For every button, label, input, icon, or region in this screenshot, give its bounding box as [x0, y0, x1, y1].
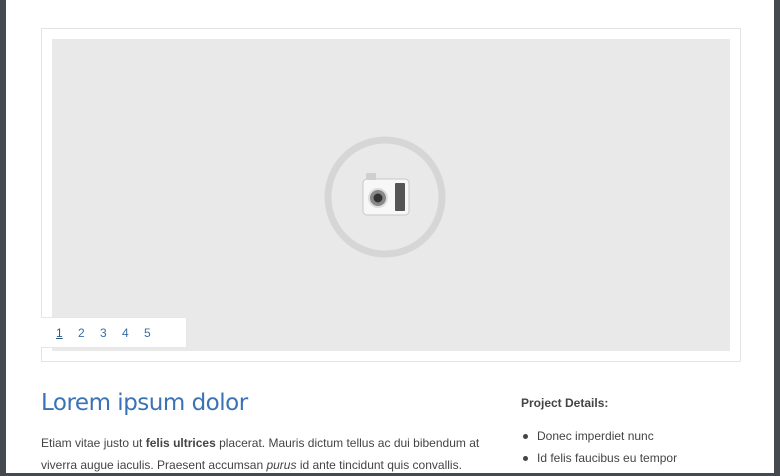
camera-icon [324, 136, 446, 258]
article-paragraph: Etiam vitae justo ut felis ultrices plac… [41, 432, 501, 476]
slider-pager: 1 2 3 4 5 [41, 317, 187, 348]
paragraph-bold-text: felis ultrices [145, 436, 216, 450]
project-details-list: Donec imperdiet nunc Id felis faucibus e… [521, 425, 677, 469]
image-slider: 1 2 3 4 5 [41, 28, 741, 362]
paragraph-italic-text: purus [266, 458, 297, 472]
pager-link-4[interactable]: 4 [122, 326, 144, 340]
pager-link-2[interactable]: 2 [78, 326, 100, 340]
pager-link-3[interactable]: 3 [100, 326, 122, 340]
article-title: Lorem ipsum dolor [41, 390, 248, 416]
list-item: Id felis faucibus eu tempor [521, 447, 677, 469]
pager-link-5[interactable]: 5 [144, 326, 166, 340]
paragraph-text: Etiam vitae justo ut [41, 436, 146, 450]
project-details-heading: Project Details: [521, 396, 609, 410]
paragraph-text: id ante tincidunt quis convallis. [296, 458, 462, 472]
slide-image-placeholder: 1 2 3 4 5 [41, 39, 730, 351]
page: 1 2 3 4 5 Lorem ipsum dolor Etiam vitae … [6, 0, 774, 473]
list-item: Donec imperdiet nunc [521, 425, 677, 447]
pager-link-1[interactable]: 1 [56, 326, 78, 340]
